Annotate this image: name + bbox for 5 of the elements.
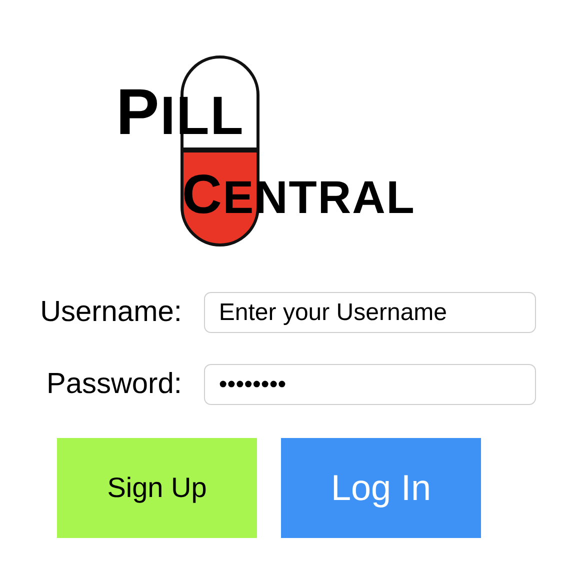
field-label: Username: (40, 296, 182, 329)
field-label: Password: (46, 368, 182, 401)
sign-up-button[interactable]: Sign Up (57, 438, 257, 538)
username-field[interactable]: Enter your Username (204, 292, 536, 333)
password-field[interactable]: •••••••• (204, 364, 536, 405)
